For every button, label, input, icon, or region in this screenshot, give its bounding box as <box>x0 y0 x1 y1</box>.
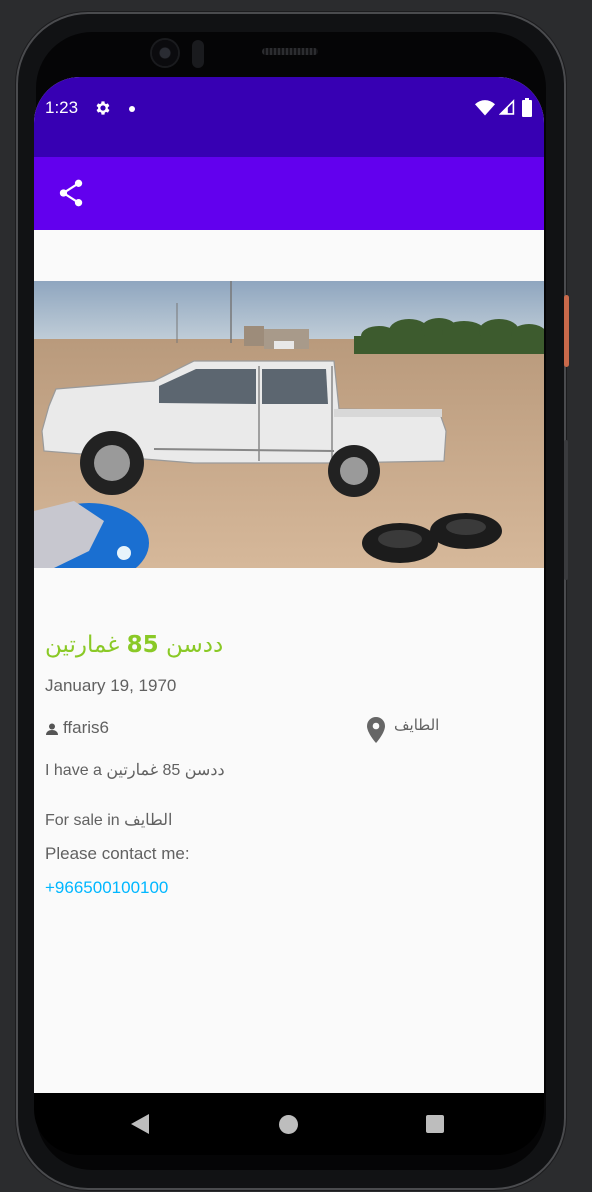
volume-button <box>564 440 568 580</box>
listing-meta-row: ffaris6 الطايف <box>45 716 533 750</box>
phone-number-link[interactable]: +966500100100 <box>45 878 533 898</box>
status-time: 1:23 <box>45 98 79 117</box>
for-sale-text: For sale in الطايف <box>45 812 173 829</box>
title-number: 85 <box>126 632 159 658</box>
title-word-2: غمارتين <box>45 632 120 658</box>
home-icon[interactable] <box>279 1115 298 1134</box>
title-word-1: ددسن <box>165 632 224 658</box>
app-screen: 1:23 ددسن 85 غمارتين January 19, 1970 ff… <box>34 77 544 1093</box>
location-pin-icon <box>367 717 385 743</box>
back-icon[interactable] <box>130 1113 150 1135</box>
seller-username: ffaris6 <box>63 718 109 737</box>
image-top-spacer <box>34 230 544 281</box>
power-button <box>564 295 569 367</box>
gear-icon <box>96 101 110 115</box>
signal-icon <box>499 99 515 115</box>
app-toolbar <box>34 157 544 230</box>
listing-title: ددسن 85 غمارتين <box>45 632 533 658</box>
proximity-sensor <box>192 40 204 68</box>
earpiece-speaker <box>262 48 318 55</box>
contact-prompt: Please contact me: <box>45 844 190 863</box>
person-icon <box>46 723 58 735</box>
share-icon[interactable] <box>58 179 84 207</box>
listing-description: I have a ددسن 85 غمارتين <box>45 762 225 779</box>
listing-details: ددسن 85 غمارتين January 19, 1970 ffaris6… <box>34 632 544 898</box>
front-camera-icon <box>152 40 178 66</box>
recents-icon[interactable] <box>426 1115 444 1133</box>
notification-dot-icon <box>129 106 135 112</box>
system-nav-bar <box>34 1093 544 1155</box>
listing-location: الطايف <box>394 716 440 734</box>
listing-date: January 19, 1970 <box>45 676 177 695</box>
status-bar: 1:23 <box>34 77 544 157</box>
wifi-icon <box>475 100 495 116</box>
battery-icon <box>522 98 532 117</box>
listing-photo[interactable] <box>34 281 544 568</box>
